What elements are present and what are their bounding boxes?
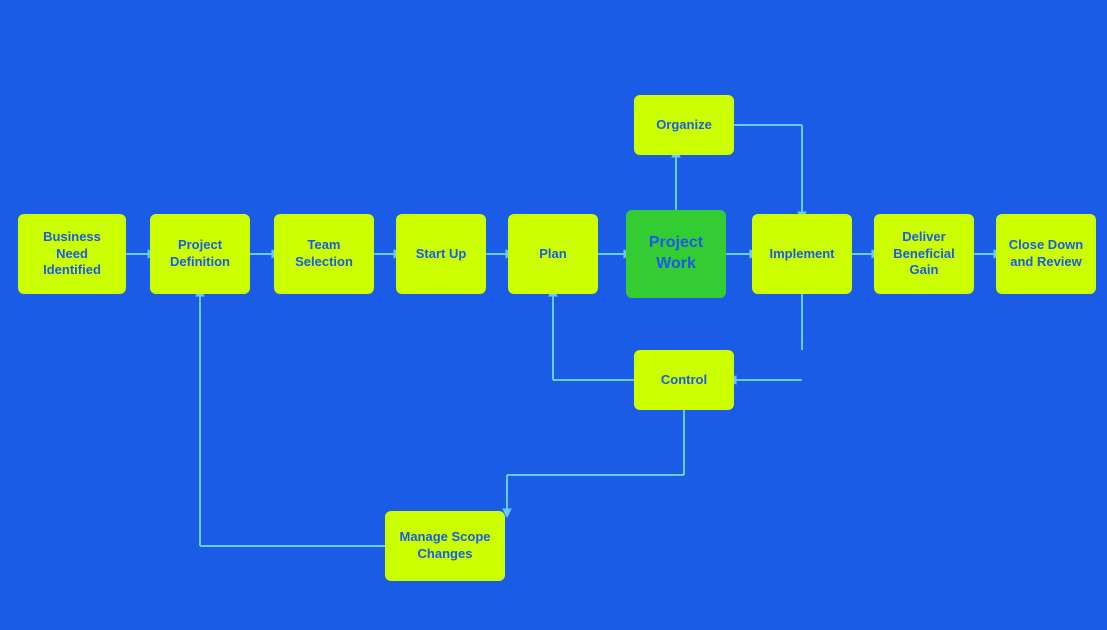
deliver-node: DeliverBeneficialGain bbox=[874, 214, 974, 294]
organize-node: Organize bbox=[634, 95, 734, 155]
business-need-node: BusinessNeedIdentified bbox=[18, 214, 126, 294]
project-work-node: ProjectWork bbox=[626, 210, 726, 298]
diagram-container: BusinessNeedIdentified ProjectDefinition T… bbox=[0, 0, 1107, 630]
close-down-node: Close Downand Review bbox=[996, 214, 1096, 294]
plan-node: Plan bbox=[508, 214, 598, 294]
start-up-node: Start Up bbox=[396, 214, 486, 294]
control-node: Control bbox=[634, 350, 734, 410]
project-def-node: ProjectDefinition bbox=[150, 214, 250, 294]
team-sel-node: TeamSelection bbox=[274, 214, 374, 294]
manage-scope-node: Manage ScopeChanges bbox=[385, 511, 505, 581]
arrows-svg bbox=[0, 0, 1107, 630]
implement-node: Implement bbox=[752, 214, 852, 294]
